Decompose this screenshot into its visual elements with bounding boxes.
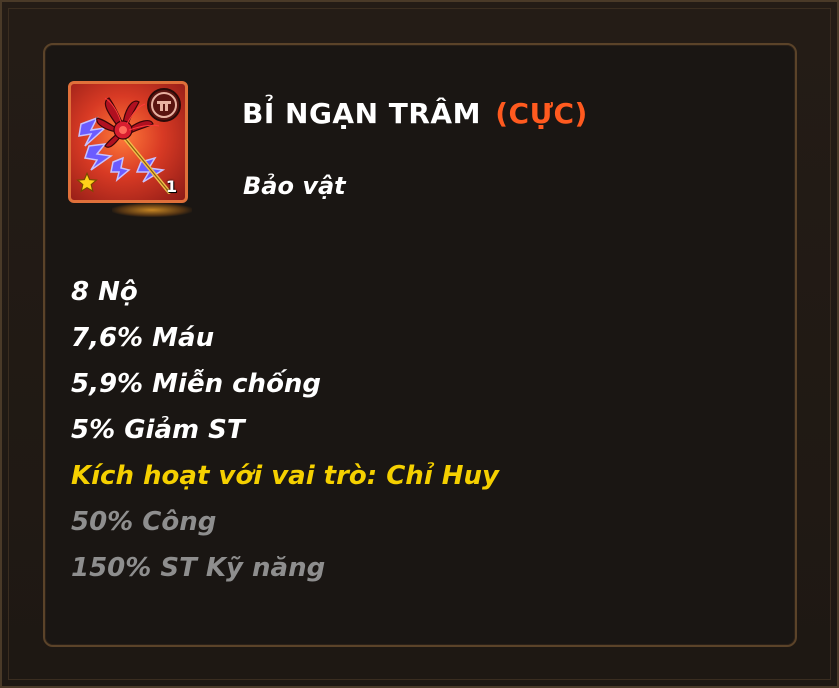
stat-list: 8 Nộ 7,6% Máu 5,9% Miễn chống 5% Giảm ST… xyxy=(71,274,499,596)
item-rarity: (CỰC) xyxy=(495,97,588,130)
red-spider-lily-hairpin-icon: 1 xyxy=(68,81,188,203)
stat-line: 5% Giảm ST xyxy=(71,415,245,445)
stat-line: 8 Nộ xyxy=(71,277,138,307)
item-name: BỈ NGẠN TRÂM xyxy=(242,97,481,130)
item-level: 1 xyxy=(165,177,177,196)
activation-condition: Kích hoạt với vai trò: Chỉ Huy xyxy=(71,461,499,491)
item-title: BỈ NGẠN TRÂM (CỰC) xyxy=(242,97,588,130)
commander-role-icon xyxy=(147,88,181,122)
star-icon xyxy=(76,171,98,194)
stat-line: 7,6% Máu xyxy=(71,323,215,353)
stat-line: 5,9% Miễn chống xyxy=(71,369,322,399)
icon-glow xyxy=(112,203,192,217)
inactive-stat-line: 150% ST Kỹ năng xyxy=(71,553,326,583)
inactive-stat-line: 50% Công xyxy=(71,507,217,537)
item-type: Bảo vật xyxy=(243,172,346,200)
